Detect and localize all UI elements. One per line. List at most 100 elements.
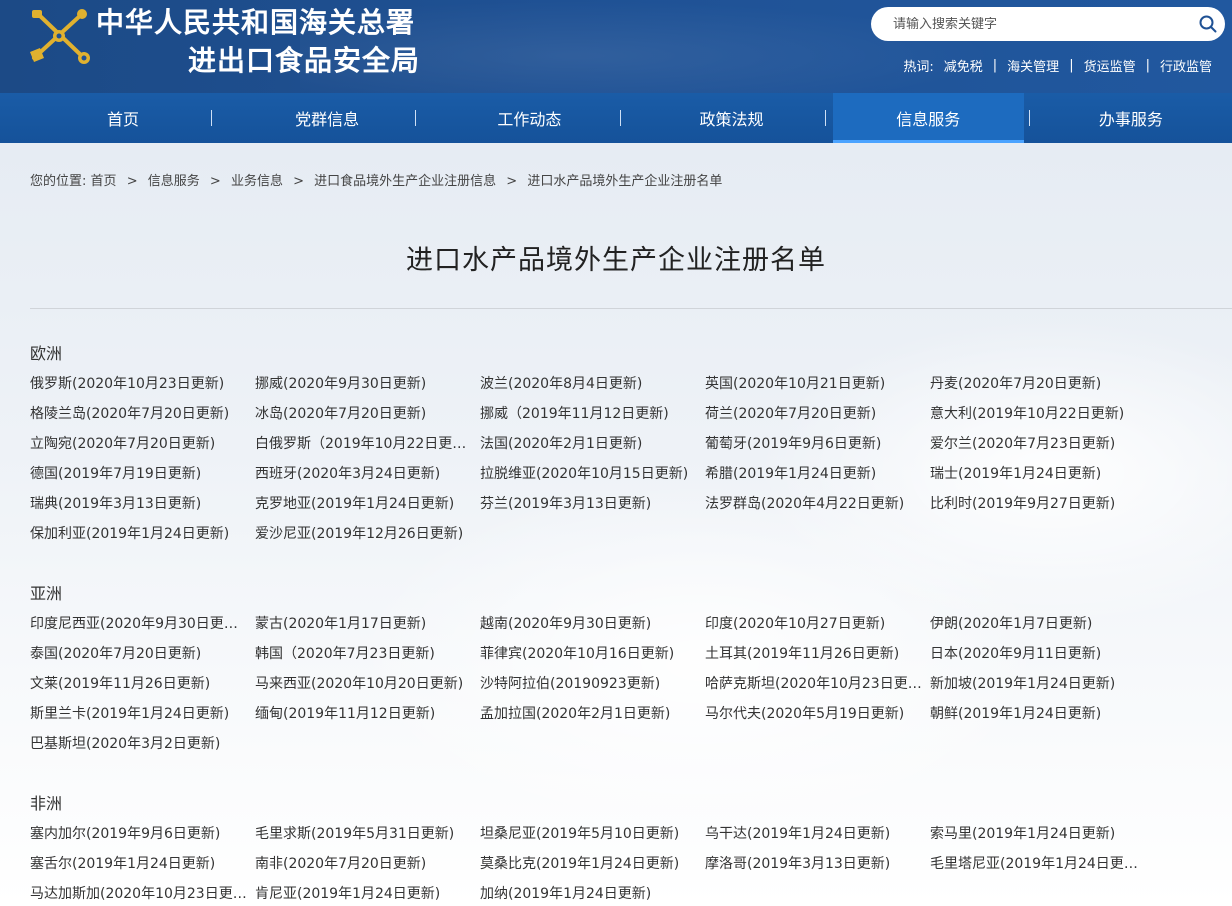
breadcrumb: 您的位置: 首页 > 信息服务 > 业务信息 > 进口食品境外生产企业注册信息 …: [30, 170, 722, 189]
country-link[interactable]: 西班牙(2020年3月24日更新): [255, 459, 480, 489]
nav-separator: [415, 110, 416, 126]
nav-item-home[interactable]: 首页: [20, 93, 226, 143]
country-link[interactable]: 法国(2020年2月1日更新): [480, 429, 705, 459]
country-link[interactable]: 土耳其(2019年11月26日更新): [705, 639, 930, 669]
country-link[interactable]: 日本(2020年9月11日更新): [930, 639, 1155, 669]
breadcrumb-item-info-service[interactable]: 信息服务: [148, 174, 200, 189]
site-title-line2: 进出口食品安全局: [188, 44, 421, 77]
hotword-link[interactable]: 减免税: [944, 56, 983, 75]
country-link[interactable]: 南非(2020年7月20日更新): [255, 849, 480, 879]
country-list-africa: 塞内加尔(2019年9月6日更新) 毛里求斯(2019年5月31日更新) 坦桑尼亚(…: [30, 819, 1230, 906]
page-title: 进口水产品境外生产企业注册名单: [406, 245, 826, 276]
country-link[interactable]: 波兰(2020年8月4日更新): [480, 369, 705, 399]
country-link[interactable]: 芬兰(2019年3月13日更新): [480, 489, 705, 519]
country-link[interactable]: 坦桑尼亚(2019年5月10日更新): [480, 819, 705, 849]
nav-separator: [620, 110, 621, 126]
search-input[interactable]: [893, 16, 1191, 32]
hotwords-bar: 热词: 减免税 | 海关管理 | 货运监管 | 行政监管: [903, 56, 1212, 75]
breadcrumb-prefix: 您的位置:: [30, 174, 87, 189]
country-link[interactable]: 缅甸(2019年11月12日更新): [255, 699, 480, 729]
country-link[interactable]: 印度尼西亚(2020年9月30日更新...: [30, 609, 255, 639]
country-link[interactable]: 立陶宛(2020年7月20日更新): [30, 429, 255, 459]
country-link[interactable]: 沙特阿拉伯(20190923更新): [480, 669, 705, 699]
country-link[interactable]: 孟加拉国(2020年2月1日更新): [480, 699, 705, 729]
hotword-link[interactable]: 行政监管: [1160, 56, 1212, 75]
breadcrumb-item-home[interactable]: 首页: [91, 174, 117, 189]
site-title-line1: 中华人民共和国海关总署: [96, 6, 416, 39]
country-link[interactable]: 法罗群岛(2020年4月22日更新): [705, 489, 930, 519]
country-link[interactable]: 马尔代夫(2020年5月19日更新): [705, 699, 930, 729]
country-link[interactable]: 韩国（2020年7月23日更新): [255, 639, 480, 669]
country-link[interactable]: 毛里塔尼亚(2019年1月24日更新...: [930, 849, 1155, 879]
nav-item-office-service[interactable]: 办事服务: [1030, 93, 1232, 143]
country-link[interactable]: 莫桑比克(2019年1月24日更新): [480, 849, 705, 879]
country-link[interactable]: 朝鲜(2019年1月24日更新): [930, 699, 1155, 729]
nav-separator: [825, 110, 826, 126]
main-nav: 首页 党群信息 工作动态 政策法规 信息服务 办事服务: [0, 93, 1232, 143]
country-link[interactable]: 德国(2019年7月19日更新): [30, 459, 255, 489]
country-link[interactable]: 索马里(2019年1月24日更新): [930, 819, 1155, 849]
country-link[interactable]: 文莱(2019年11月26日更新): [30, 669, 255, 699]
country-link[interactable]: 印度(2020年10月27日更新): [705, 609, 930, 639]
nav-item-info-service[interactable]: 信息服务: [832, 93, 1025, 143]
country-link[interactable]: 乌干达(2019年1月24日更新): [705, 819, 930, 849]
breadcrumb-separator: >: [209, 174, 221, 189]
country-link[interactable]: 越南(2020年9月30日更新): [480, 609, 705, 639]
country-list-asia: 印度尼西亚(2020年9月30日更新... 蒙古(2020年1月17日更新) 越南(…: [30, 609, 1230, 759]
country-link[interactable]: 塞舌尔(2019年1月24日更新): [30, 849, 255, 879]
country-link[interactable]: 加纳(2019年1月24日更新): [480, 879, 705, 906]
country-link[interactable]: 荷兰(2020年7月20日更新): [705, 399, 930, 429]
country-link[interactable]: 冰岛(2020年7月20日更新): [255, 399, 480, 429]
breadcrumb-item-registration-info[interactable]: 进口食品境外生产企业注册信息: [314, 174, 496, 189]
hotword-separator: |: [992, 58, 998, 73]
site-title: 中华人民共和国海关总署 进出口食品安全局: [96, 4, 456, 80]
country-link[interactable]: 葡萄牙(2019年9月6日更新): [705, 429, 930, 459]
country-link[interactable]: 斯里兰卡(2019年1月24日更新): [30, 699, 255, 729]
country-link[interactable]: 挪威（2019年11月12日更新): [480, 399, 705, 429]
country-link[interactable]: 毛里求斯(2019年5月31日更新): [255, 819, 480, 849]
country-link[interactable]: 希腊(2019年1月24日更新): [705, 459, 930, 489]
nav-separator: [1029, 110, 1030, 126]
country-link[interactable]: 爱尔兰(2020年7月23日更新): [930, 429, 1155, 459]
search-button[interactable]: [1191, 7, 1225, 41]
country-link[interactable]: 比利时(2019年9月27日更新): [930, 489, 1155, 519]
customs-emblem-icon: [30, 9, 90, 64]
country-link[interactable]: 塞内加尔(2019年9月6日更新): [30, 819, 255, 849]
region-heading-asia: 亚洲: [30, 584, 63, 603]
country-link[interactable]: 伊朗(2020年1月7日更新): [930, 609, 1155, 639]
country-link[interactable]: 马达加斯加(2020年10月23日更新...: [30, 879, 255, 906]
country-link[interactable]: 哈萨克斯坦(2020年10月23日更新...: [705, 669, 930, 699]
hotword-separator: |: [1145, 58, 1150, 73]
nav-item-party[interactable]: 党群信息: [226, 93, 428, 143]
country-link[interactable]: 马来西亚(2020年10月20日更新): [255, 669, 480, 699]
country-link[interactable]: 巴基斯坦(2020年3月2日更新): [30, 729, 255, 759]
country-link[interactable]: 菲律宾(2020年10月16日更新): [480, 639, 705, 669]
country-link[interactable]: 意大利(2019年10月22日更新): [930, 399, 1155, 429]
country-link[interactable]: 俄罗斯(2020年10月23日更新): [30, 369, 255, 399]
nav-item-policy[interactable]: 政策法规: [630, 93, 832, 143]
country-link[interactable]: 白俄罗斯（2019年10月22日更新...: [255, 429, 480, 459]
country-link[interactable]: 克罗地亚(2019年1月24日更新): [255, 489, 480, 519]
breadcrumb-separator: >: [506, 174, 518, 189]
hotwords-label: 热词:: [903, 60, 934, 75]
country-link[interactable]: 蒙古(2020年1月17日更新): [255, 609, 480, 639]
country-link[interactable]: 新加坡(2019年1月24日更新): [930, 669, 1155, 699]
region-heading-europe: 欧洲: [30, 344, 63, 363]
country-link[interactable]: 英国(2020年10月21日更新): [705, 369, 930, 399]
country-link[interactable]: 保加利亚(2019年1月24日更新): [30, 519, 255, 549]
hotword-link[interactable]: 货运监管: [1084, 56, 1136, 75]
country-link[interactable]: 肯尼亚(2019年1月24日更新): [255, 879, 480, 906]
nav-item-work[interactable]: 工作动态: [428, 93, 630, 143]
country-link[interactable]: 拉脱维亚(2020年10月15日更新): [480, 459, 705, 489]
hotword-link[interactable]: 海关管理: [1007, 56, 1059, 75]
country-link[interactable]: 瑞典(2019年3月13日更新): [30, 489, 255, 519]
country-link[interactable]: 摩洛哥(2019年3月13日更新): [705, 849, 930, 879]
breadcrumb-item-current[interactable]: 进口水产品境外生产企业注册名单: [527, 174, 722, 189]
country-link[interactable]: 爱沙尼亚(2019年12月26日更新): [255, 519, 480, 549]
country-link[interactable]: 挪威(2020年9月30日更新): [255, 369, 480, 399]
country-link[interactable]: 丹麦(2020年7月20日更新): [930, 369, 1155, 399]
breadcrumb-item-business-info[interactable]: 业务信息: [231, 174, 283, 189]
country-link[interactable]: 泰国(2020年7月20日更新): [30, 639, 255, 669]
country-link[interactable]: 瑞士(2019年1月24日更新): [930, 459, 1155, 489]
country-link[interactable]: 格陵兰岛(2020年7月20日更新): [30, 399, 255, 429]
